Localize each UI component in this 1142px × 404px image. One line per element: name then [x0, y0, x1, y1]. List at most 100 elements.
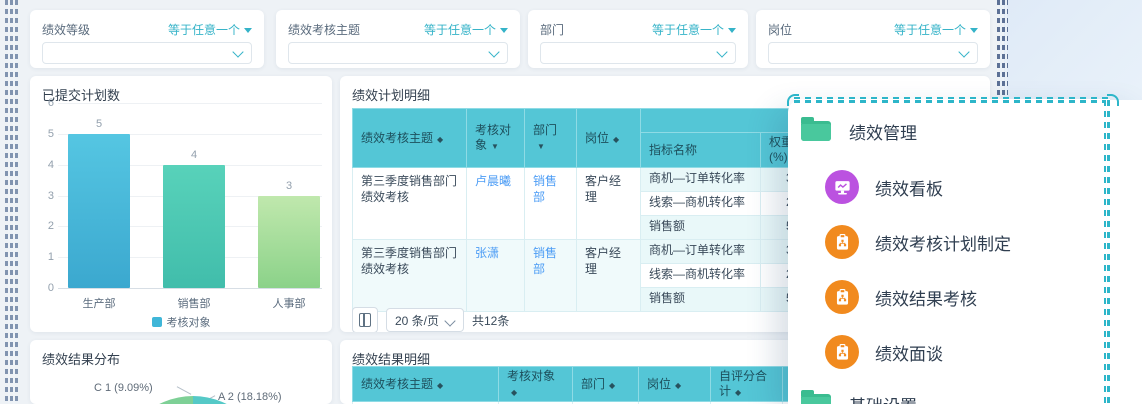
y-axis-tick: 5: [47, 127, 54, 140]
selection-dashed-border-left: [5, 0, 18, 404]
cell-metric: 线索—商机转化率: [640, 191, 761, 216]
menu-item-label: 基础设置: [849, 392, 917, 404]
chevron-down-icon: [970, 28, 978, 33]
filter-operator-link[interactable]: 等于任意一个: [424, 21, 508, 38]
filter-caret-icon[interactable]: ▼: [491, 142, 499, 151]
filter-card-topic: 绩效考核主题 等于任意一个: [276, 10, 520, 68]
dashboard-screenshot: 绩效等级 等于任意一个 绩效考核主题 等于任意一个 部门 等于任意一个 岗位 等…: [0, 0, 1142, 404]
menu-item-performance-management[interactable]: 绩效管理: [788, 109, 1142, 153]
y-axis-tick: 6: [47, 97, 54, 109]
popup-dashed-border-right: [1104, 100, 1110, 404]
cell-position: 客户经理: [576, 167, 641, 240]
chevron-down-icon: [244, 28, 252, 33]
x-axis-label: 生产部: [82, 298, 116, 310]
y-axis-tick: 1: [47, 251, 54, 264]
bar-value-label: 3: [285, 179, 293, 192]
filter-select[interactable]: [42, 42, 252, 64]
gridline: [58, 288, 322, 289]
y-axis-tick: 4: [47, 158, 54, 171]
bar-chart-card: 已提交计划数 考核对象 0 1 2 3 4 5 6 5 生产部 4 销售部 3 人事部: [30, 76, 332, 332]
filter-select[interactable]: [288, 42, 508, 64]
pagination-bar: 20 条/页 共12条: [352, 307, 510, 332]
menu-item-basic-settings[interactable]: 基础设置: [788, 382, 1142, 404]
sort-icon[interactable]: ◆: [675, 381, 681, 390]
legend-label: 考核对象: [166, 317, 211, 329]
chart-legend[interactable]: 考核对象: [30, 314, 332, 330]
col-header-position[interactable]: 岗位 ◆: [638, 366, 711, 402]
filter-operator-link[interactable]: 等于任意一个: [168, 21, 252, 38]
col-header-target[interactable]: 考核对象◆: [498, 366, 573, 402]
clipboard-icon: [825, 335, 859, 369]
clipboard-icon: [825, 225, 859, 259]
col-header-self-score[interactable]: 自评分合计 ◆: [710, 366, 783, 402]
chevron-down-icon: [716, 46, 728, 58]
page-size-select[interactable]: 20 条/页: [386, 308, 464, 332]
col-header-dept[interactable]: 部门▼: [524, 108, 577, 168]
menu-item-label: 绩效结果考核: [875, 289, 977, 309]
chart-title: 绩效结果分布: [42, 352, 121, 367]
cell-metric: 商机—订单转化率: [640, 167, 761, 192]
col-header-target[interactable]: 考核对象 ▼: [466, 108, 525, 168]
chevron-down-icon: [958, 46, 970, 58]
chevron-down-icon: [728, 28, 736, 33]
filter-card-position: 岗位 等于任意一个: [756, 10, 990, 68]
chevron-down-icon: [488, 46, 500, 58]
cell-topic: 第三季度销售部门绩效考核: [352, 167, 467, 240]
sort-icon[interactable]: ◆: [511, 388, 517, 397]
cell-metric: 销售额: [640, 287, 761, 312]
sort-icon[interactable]: ◆: [437, 381, 443, 390]
menu-item-result-assessment[interactable]: 绩效结果考核: [788, 275, 1142, 319]
cell-metric: 商机—订单转化率: [640, 239, 761, 264]
filter-caret-icon[interactable]: ▼: [537, 142, 545, 151]
menu-item-label: 绩效考核计划制定: [875, 234, 1011, 254]
bar: [68, 133, 130, 288]
bar-value-label: 5: [95, 117, 103, 130]
col-header-topic[interactable]: 绩效考核主题 ◆: [352, 108, 467, 168]
filter-label: 部门: [540, 23, 565, 37]
y-axis-tick: 2: [47, 220, 54, 233]
table-title: 绩效计划明细: [352, 88, 431, 103]
x-axis-label: 人事部: [272, 298, 306, 310]
menu-item-performance-board[interactable]: 绩效看板: [788, 165, 1142, 209]
menu-item-label: 绩效看板: [875, 179, 943, 199]
cell-target-link[interactable]: 卢晨曦: [466, 167, 525, 240]
menu-item-plan-creation[interactable]: 绩效考核计划制定: [788, 220, 1142, 264]
filter-select[interactable]: [768, 42, 978, 64]
pagination-layout-icon[interactable]: [352, 307, 378, 332]
cell-dept-link[interactable]: 销售部: [524, 239, 577, 312]
columns-icon: [359, 313, 371, 327]
y-axis-tick: 3: [47, 189, 54, 202]
col-header-position[interactable]: 岗位 ◆: [576, 108, 641, 168]
pie-label-c: C 1 (9.09%): [94, 382, 153, 394]
nav-popup-menu: 绩效管理 绩效看板 绩效考核计划制定 绩效结果考核 绩效面谈: [788, 100, 1142, 404]
popup-dashed-border-top: [794, 97, 1110, 103]
popup-dashed-corner-left: [787, 94, 799, 106]
filter-select[interactable]: [540, 42, 736, 64]
cell-target-link[interactable]: 张潇: [466, 239, 525, 312]
sort-icon[interactable]: ◆: [609, 381, 615, 390]
filter-card-dept: 部门 等于任意一个: [528, 10, 748, 68]
col-header-topic[interactable]: 绩效考核主题 ◆: [352, 366, 499, 402]
bar: [163, 164, 225, 288]
sort-icon[interactable]: ◆: [735, 388, 741, 397]
cell-metric: 线索—商机转化率: [640, 263, 761, 288]
folder-icon: [801, 390, 831, 404]
total-count: 共12条: [472, 313, 510, 328]
pie-connector-line: [176, 386, 192, 395]
cell-position: 客户经理: [576, 239, 641, 312]
col-header-dept[interactable]: 部门 ◆: [572, 366, 639, 402]
filter-card-grade: 绩效等级 等于任意一个: [30, 10, 264, 68]
selection-dashed-border-right: [997, 0, 1008, 100]
pie-label-a: A 2 (18.18%): [218, 391, 282, 403]
legend-swatch: [151, 317, 162, 327]
menu-item-interview[interactable]: 绩效面谈: [788, 330, 1142, 374]
sort-icon[interactable]: ◆: [613, 135, 619, 144]
filter-operator-link[interactable]: 等于任意一个: [894, 21, 978, 38]
sort-icon[interactable]: ◆: [437, 135, 443, 144]
bar: [258, 195, 320, 288]
cell-dept-link[interactable]: 销售部: [524, 167, 577, 240]
dashboard-icon: [825, 170, 859, 204]
chevron-down-icon: [500, 28, 508, 33]
bar-value-label: 4: [190, 148, 198, 161]
filter-operator-link[interactable]: 等于任意一个: [652, 21, 736, 38]
